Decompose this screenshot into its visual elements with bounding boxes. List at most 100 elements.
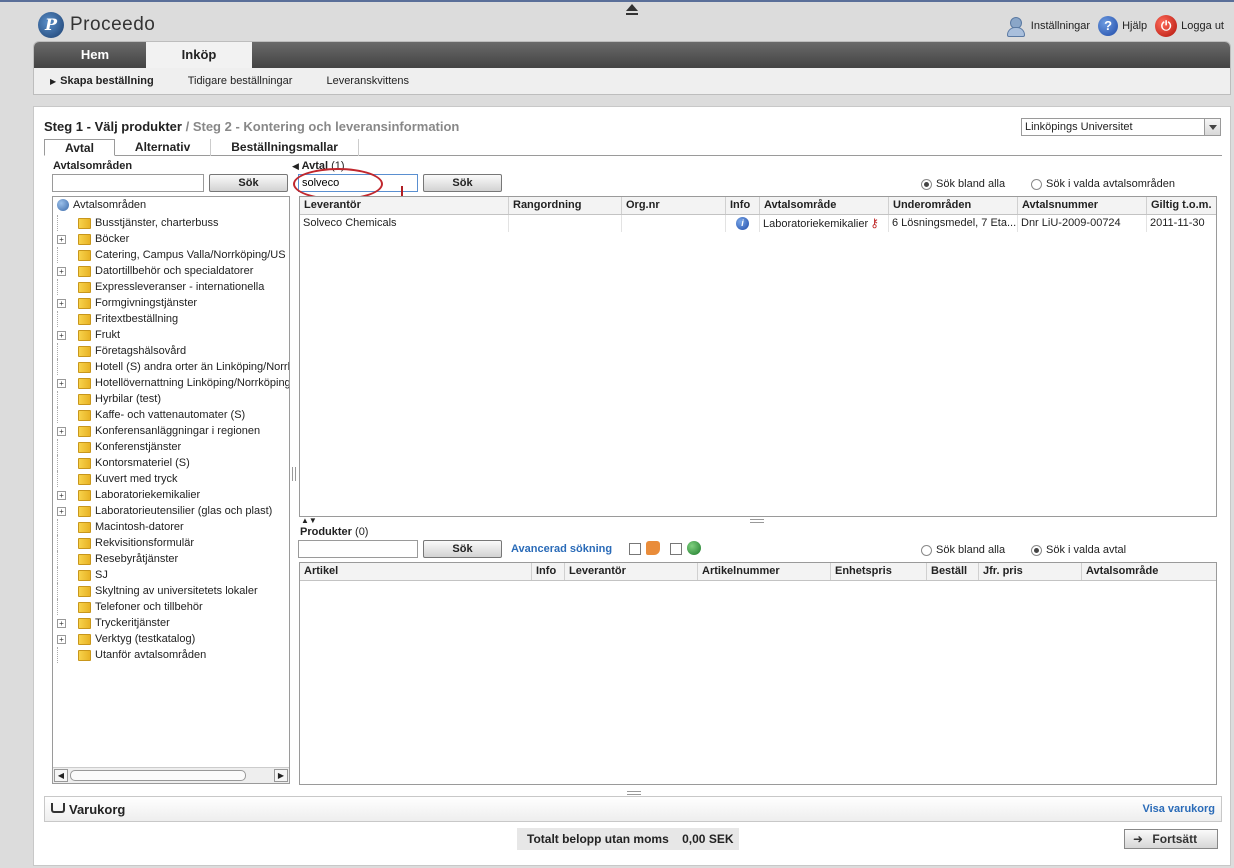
tree-item[interactable]: Hotell (S) andra orter än Linköping/Norr… — [57, 359, 289, 375]
expand-plus-icon[interactable]: + — [57, 506, 66, 516]
info-icon[interactable]: i — [736, 216, 749, 230]
tab-avtal[interactable]: Avtal — [44, 139, 115, 156]
continue-button[interactable]: ➜ Fortsätt — [1124, 829, 1218, 849]
col-artikel[interactable]: Artikel — [300, 563, 532, 580]
col-leverantor[interactable]: Leverantör — [565, 563, 698, 580]
tree-horizontal-scrollbar[interactable]: ◀ ▶ — [53, 767, 289, 783]
tree-item[interactable]: + Formgivningstjänster — [57, 295, 289, 311]
avtal-radio-all[interactable]: Sök bland alla — [921, 178, 1005, 190]
tree-item[interactable]: Kaffe- och vattenautomater (S) — [57, 407, 289, 423]
advanced-search-link[interactable]: Avancerad sökning — [511, 543, 612, 555]
col-rangordning[interactable]: Rangordning — [509, 197, 622, 214]
expand-plus-icon[interactable]: + — [57, 618, 66, 628]
tree-item[interactable]: Utanför avtalsområden — [57, 647, 289, 663]
help-link[interactable]: ? Hjälp — [1098, 16, 1147, 36]
expand-collapse-icon[interactable]: ▲▼ — [301, 516, 317, 525]
tree-item[interactable]: Expressleveranser - internationella — [57, 279, 289, 295]
produkter-radio-all[interactable]: Sök bland alla — [921, 544, 1005, 556]
tree-item[interactable]: Rekvisitionsformulär — [57, 535, 289, 551]
produkter-search-button[interactable]: Sök — [423, 540, 502, 558]
tree-item[interactable]: Konferenstjänster — [57, 439, 289, 455]
tab-alternativ[interactable]: Alternativ — [115, 139, 212, 156]
tree-item[interactable]: Resebyråtjänster — [57, 551, 289, 567]
logout-link[interactable]: ⏻ Logga ut — [1155, 15, 1224, 37]
vertical-splitter[interactable] — [292, 467, 296, 481]
settings-link[interactable]: Inställningar — [1006, 16, 1090, 37]
tree-item[interactable]: Hyrbilar (test) — [57, 391, 289, 407]
tree-root-label: Avtalsområden — [73, 199, 147, 211]
collapse-header-icon[interactable] — [624, 4, 640, 18]
tree-item[interactable]: Macintosh-datorer — [57, 519, 289, 535]
tree-item-label: Telefoner och tillbehör — [95, 601, 203, 613]
tab-bestallningsmallar[interactable]: Beställningsmallar — [211, 139, 359, 156]
key-icon[interactable]: ⚷ — [870, 215, 879, 231]
tree-item[interactable]: Skyltning av universitetets lokaler — [57, 583, 289, 599]
col-underomraden[interactable]: Underområden — [889, 197, 1018, 214]
col-info[interactable]: Info — [532, 563, 565, 580]
tree-item[interactable]: + Datortillbehör och specialdatorer — [57, 263, 289, 279]
expand-plus-icon[interactable]: + — [57, 330, 66, 340]
col-bestall[interactable]: Beställ — [927, 563, 979, 580]
avtalsomraden-search-input[interactable] — [52, 174, 204, 192]
app-logo[interactable]: Proceedo — [38, 12, 155, 38]
tree-item[interactable]: Busstjänster, charterbuss — [57, 215, 289, 231]
filter-checkbox-2[interactable] — [670, 543, 682, 555]
tree-item[interactable]: + Laboratoriekemikalier — [57, 487, 289, 503]
tree-item[interactable]: + Frukt — [57, 327, 289, 343]
tree-item[interactable]: + Tryckeritjänster — [57, 615, 289, 631]
col-avtalsomrade[interactable]: Avtalsområde — [1082, 563, 1216, 580]
tree-item[interactable]: Kuvert med tryck — [57, 471, 289, 487]
col-giltig[interactable]: Giltig t.o.m. — [1147, 197, 1216, 214]
tree-item[interactable]: + Böcker — [57, 231, 289, 247]
show-cart-link[interactable]: Visa varukorg — [1142, 803, 1215, 815]
expand-plus-icon[interactable]: + — [57, 634, 66, 644]
col-info[interactable]: Info — [726, 197, 760, 214]
step-2-link[interactable]: Steg 2 - Kontering och leveransinformati… — [193, 119, 460, 134]
expand-plus-icon[interactable]: + — [57, 266, 66, 276]
avtalsomraden-search-button[interactable]: Sök — [209, 174, 288, 192]
tree-root[interactable]: Avtalsområden — [57, 199, 146, 211]
tree-item[interactable]: + Konferensanläggningar i regionen — [57, 423, 289, 439]
scroll-left-icon[interactable]: ◀ — [54, 769, 68, 782]
tree-item[interactable]: Catering, Campus Valla/Norrköping/US — [57, 247, 289, 263]
tab-hem[interactable]: Hem — [44, 42, 146, 68]
col-artikelnummer[interactable]: Artikelnummer — [698, 563, 831, 580]
expand-plus-icon[interactable]: + — [57, 426, 66, 436]
tree-item[interactable]: Telefoner och tillbehör — [57, 599, 289, 615]
tree-item[interactable]: Företagshälsovård — [57, 343, 289, 359]
subnav-leveranskvittens[interactable]: Leveranskvittens — [326, 75, 409, 87]
chevron-down-icon[interactable] — [1204, 119, 1220, 135]
avtal-radio-selected[interactable]: Sök i valda avtalsområden — [1031, 178, 1175, 190]
scroll-thumb[interactable] — [70, 770, 246, 781]
col-enhetspris[interactable]: Enhetspris — [831, 563, 927, 580]
col-avtalsomrade[interactable]: Avtalsområde — [760, 197, 889, 214]
expand-plus-icon[interactable]: + — [57, 378, 66, 388]
subnav-tidigare-bestallningar[interactable]: Tidigare beställningar — [188, 75, 293, 87]
expand-plus-icon[interactable]: + — [57, 234, 66, 244]
tree-item[interactable]: + Verktyg (testkatalog) — [57, 631, 289, 647]
organization-select[interactable]: Linköpings Universitet — [1021, 118, 1221, 136]
expand-plus-icon[interactable]: + — [57, 298, 66, 308]
filter-checkbox-1[interactable] — [629, 543, 641, 555]
subnav-skapa-bestallning[interactable]: Skapa beställning — [50, 75, 154, 87]
produkter-search-input[interactable] — [298, 540, 418, 558]
avtal-table-row[interactable]: Solveco Chemicals i Laboratoriekemikalie… — [300, 215, 1216, 232]
scroll-right-icon[interactable]: ▶ — [274, 769, 288, 782]
tree-item[interactable]: SJ — [57, 567, 289, 583]
produkter-radio-selected[interactable]: Sök i valda avtal — [1031, 544, 1126, 556]
tree-item[interactable]: Fritextbeställning — [57, 311, 289, 327]
col-jfr-pris[interactable]: Jfr. pris — [979, 563, 1082, 580]
col-avtalsnummer[interactable]: Avtalsnummer — [1018, 197, 1147, 214]
tree-item[interactable]: + Laboratorieutensilier (glas och plast) — [57, 503, 289, 519]
tree-line — [57, 311, 66, 327]
avtal-search-button[interactable]: Sök — [423, 174, 502, 192]
col-orgnr[interactable]: Org.nr — [622, 197, 726, 214]
tab-inkop[interactable]: Inköp — [146, 42, 252, 68]
col-leverantor[interactable]: Leverantör — [300, 197, 509, 214]
horizontal-splitter[interactable] — [750, 519, 764, 523]
tree-item[interactable]: Kontorsmateriel (S) — [57, 455, 289, 471]
cart-splitter[interactable] — [627, 791, 641, 795]
cell-info: i — [726, 215, 760, 232]
tree-item[interactable]: + Hotellövernattning Linköping/Norrköping — [57, 375, 289, 391]
expand-plus-icon[interactable]: + — [57, 490, 66, 500]
